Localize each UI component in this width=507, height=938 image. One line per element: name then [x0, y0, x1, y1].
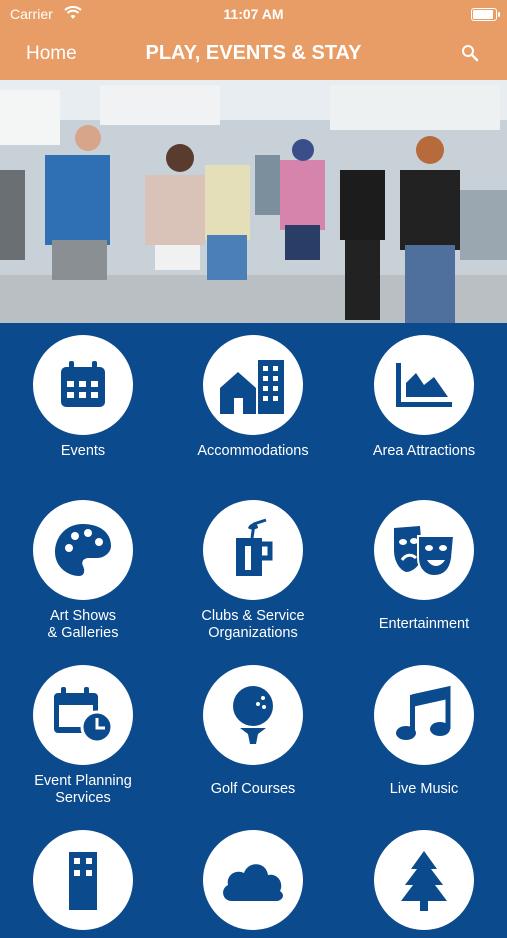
tile-label: Area Attractions — [372, 443, 476, 459]
tile-clubs-service[interactable]: Clubs & Service Organizations — [170, 500, 336, 642]
golf-ball-icon — [233, 686, 273, 744]
theater-masks-icon — [394, 526, 456, 578]
music-note-icon — [396, 685, 451, 740]
tile-events[interactable]: Events — [0, 335, 166, 460]
event-planning-icon-circle — [33, 665, 133, 765]
drink-icon — [236, 518, 273, 576]
mountain-chart-icon — [396, 363, 452, 407]
outdoors-icon-circle — [374, 830, 474, 930]
events-icon-circle — [33, 335, 133, 435]
golf-courses-icon-circle — [203, 665, 303, 765]
tile-label: Events — [60, 443, 106, 459]
tile-accommodations[interactable]: Accommodations — [170, 335, 336, 460]
search-icon[interactable] — [460, 43, 480, 63]
entertainment-icon-circle — [374, 500, 474, 600]
tile-lodging[interactable] — [0, 830, 166, 938]
tile-label: Event Planning Services — [34, 773, 132, 806]
page-title: PLAY, EVENTS & STAY — [145, 42, 362, 64]
tile-outdoors[interactable] — [341, 830, 507, 938]
buildings-icon — [220, 360, 284, 414]
navigation-bar: Home PLAY, EVENTS & STAY — [0, 28, 507, 80]
hero-photo — [0, 80, 507, 323]
cloud-icon — [223, 864, 283, 901]
tile-art-shows[interactable]: Art Shows & Galleries — [0, 500, 166, 642]
area-attractions-icon-circle — [374, 335, 474, 435]
battery-icon — [471, 8, 500, 21]
tile-event-planning[interactable]: Event Planning Services — [0, 665, 166, 807]
palette-icon — [55, 524, 111, 576]
tree-icon — [401, 851, 447, 911]
tile-label: Art Shows & Galleries — [47, 608, 119, 641]
live-music-icon-circle — [374, 665, 474, 765]
tile-area-attractions[interactable]: Area Attractions — [341, 335, 507, 460]
tile-label: Live Music — [389, 781, 459, 797]
category-grid: Events Accommodations Area Attractions A… — [0, 323, 507, 930]
clubs-service-icon-circle — [203, 500, 303, 600]
tile-weather[interactable] — [170, 830, 336, 938]
tile-label: Clubs & Service Organizations — [201, 608, 305, 641]
lodging-icon-circle — [33, 830, 133, 930]
accommodations-icon-circle — [203, 335, 303, 435]
art-shows-icon-circle — [33, 500, 133, 600]
calendar-clock-icon — [54, 687, 114, 744]
tile-entertainment[interactable]: Entertainment — [341, 500, 507, 633]
status-bar: Carrier 11:07 AM — [0, 0, 507, 28]
street-fair-photo — [0, 80, 507, 323]
tile-label: Accommodations — [197, 443, 309, 459]
tile-live-music[interactable]: Live Music — [341, 665, 507, 798]
building-icon — [69, 852, 97, 910]
tile-golf-courses[interactable]: Golf Courses — [170, 665, 336, 798]
weather-icon-circle — [203, 830, 303, 930]
tile-label: Entertainment — [378, 616, 470, 632]
status-time: 11:07 AM — [223, 6, 284, 22]
calendar-icon — [61, 361, 105, 407]
tile-label: Golf Courses — [210, 781, 296, 797]
